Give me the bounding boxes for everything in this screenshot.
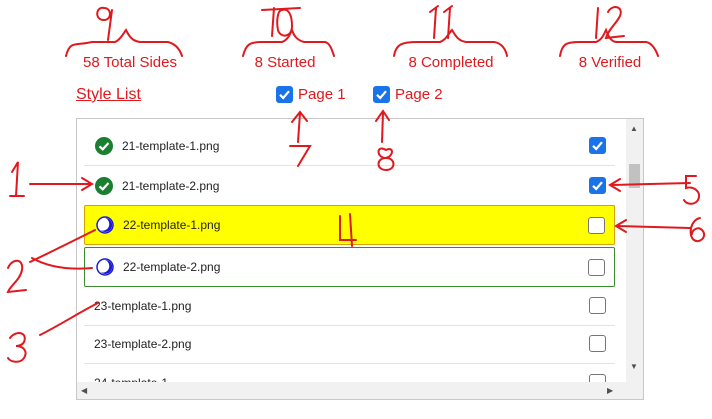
verify-checkbox[interactable] xyxy=(588,259,605,276)
scroll-down-arrow-icon[interactable]: ▼ xyxy=(630,363,638,371)
half-moon-icon xyxy=(96,216,114,234)
list-item[interactable]: 21-template-1.png xyxy=(84,126,615,166)
check-circle-icon xyxy=(95,176,113,195)
page-1-label: Page 1 xyxy=(298,86,346,103)
half-moon-icon xyxy=(96,258,114,276)
page-2-checkbox[interactable] xyxy=(373,86,390,103)
digit-12 xyxy=(595,6,625,40)
verify-checkbox[interactable] xyxy=(589,177,606,194)
scroll-up-arrow-icon[interactable]: ▲ xyxy=(630,125,638,133)
brace-stat-1 xyxy=(65,28,183,57)
page-2-filter[interactable]: Page 2 xyxy=(373,86,443,103)
verify-checkbox[interactable] xyxy=(589,335,606,352)
digit-6 xyxy=(689,217,706,242)
list-item[interactable]: 22-template-2.png xyxy=(84,247,615,287)
brace-stat-2 xyxy=(242,27,335,57)
stat-label: 58 Total Sides xyxy=(83,54,177,71)
stat-verified: 8 Verified xyxy=(545,54,675,71)
stat-started: 8 Started xyxy=(220,54,350,71)
digit-2 xyxy=(6,259,27,294)
list-item[interactable]: 23-template-1.png xyxy=(84,286,615,326)
scroll-left-arrow-icon[interactable]: ◀ xyxy=(81,387,87,395)
stat-label: 8 Verified xyxy=(578,54,642,71)
scrollbar-thumb[interactable] xyxy=(629,164,640,188)
horizontal-scrollbar[interactable]: ◀ ▶ xyxy=(77,382,643,399)
list-item[interactable]: 21-template-2.png xyxy=(84,166,615,206)
check-circle-icon xyxy=(95,136,113,155)
filename: 22-template-2.png xyxy=(123,260,221,274)
digit-3 xyxy=(7,332,27,363)
filename: 23-template-2.png xyxy=(94,336,192,351)
verify-checkbox[interactable] xyxy=(589,297,606,314)
list-item-selected[interactable]: 22-template-1.png xyxy=(84,205,615,245)
brace-stat-4 xyxy=(559,27,659,57)
digit-1 xyxy=(9,161,25,197)
filename: 21-template-2.png xyxy=(122,178,220,193)
page-1-checkbox[interactable] xyxy=(276,86,293,103)
stat-total-sides: 58 Total Sides xyxy=(65,54,195,71)
style-list-link[interactable]: Style List xyxy=(76,86,141,104)
template-list[interactable]: 21-template-1.png 21-template-2.png 22-t… xyxy=(76,118,644,400)
stat-completed: 8 Completed xyxy=(386,54,516,71)
digit-9 xyxy=(96,6,113,41)
filename: 21-template-1.png xyxy=(122,138,220,153)
brace-stat-3 xyxy=(393,28,508,57)
verify-checkbox[interactable] xyxy=(589,137,606,154)
digit-11 xyxy=(429,5,453,39)
stat-label: 8 Completed xyxy=(408,54,494,71)
digit-5 xyxy=(683,175,700,205)
filename: 23-template-1.png xyxy=(94,298,192,313)
verify-checkbox[interactable] xyxy=(588,217,605,234)
checkmark-icon xyxy=(376,90,387,100)
page-2-label: Page 2 xyxy=(395,86,443,103)
scroll-right-arrow-icon[interactable]: ▶ xyxy=(607,387,613,395)
filename: 22-template-1.png xyxy=(123,218,221,232)
list-item[interactable]: 23-template-2.png xyxy=(84,324,615,364)
digit-10 xyxy=(261,7,301,37)
page-1-filter[interactable]: Page 1 xyxy=(276,86,346,103)
vertical-scrollbar[interactable]: ▲ ▼ xyxy=(626,119,643,399)
checkmark-icon xyxy=(279,90,290,100)
stat-label: 8 Started xyxy=(254,54,316,71)
